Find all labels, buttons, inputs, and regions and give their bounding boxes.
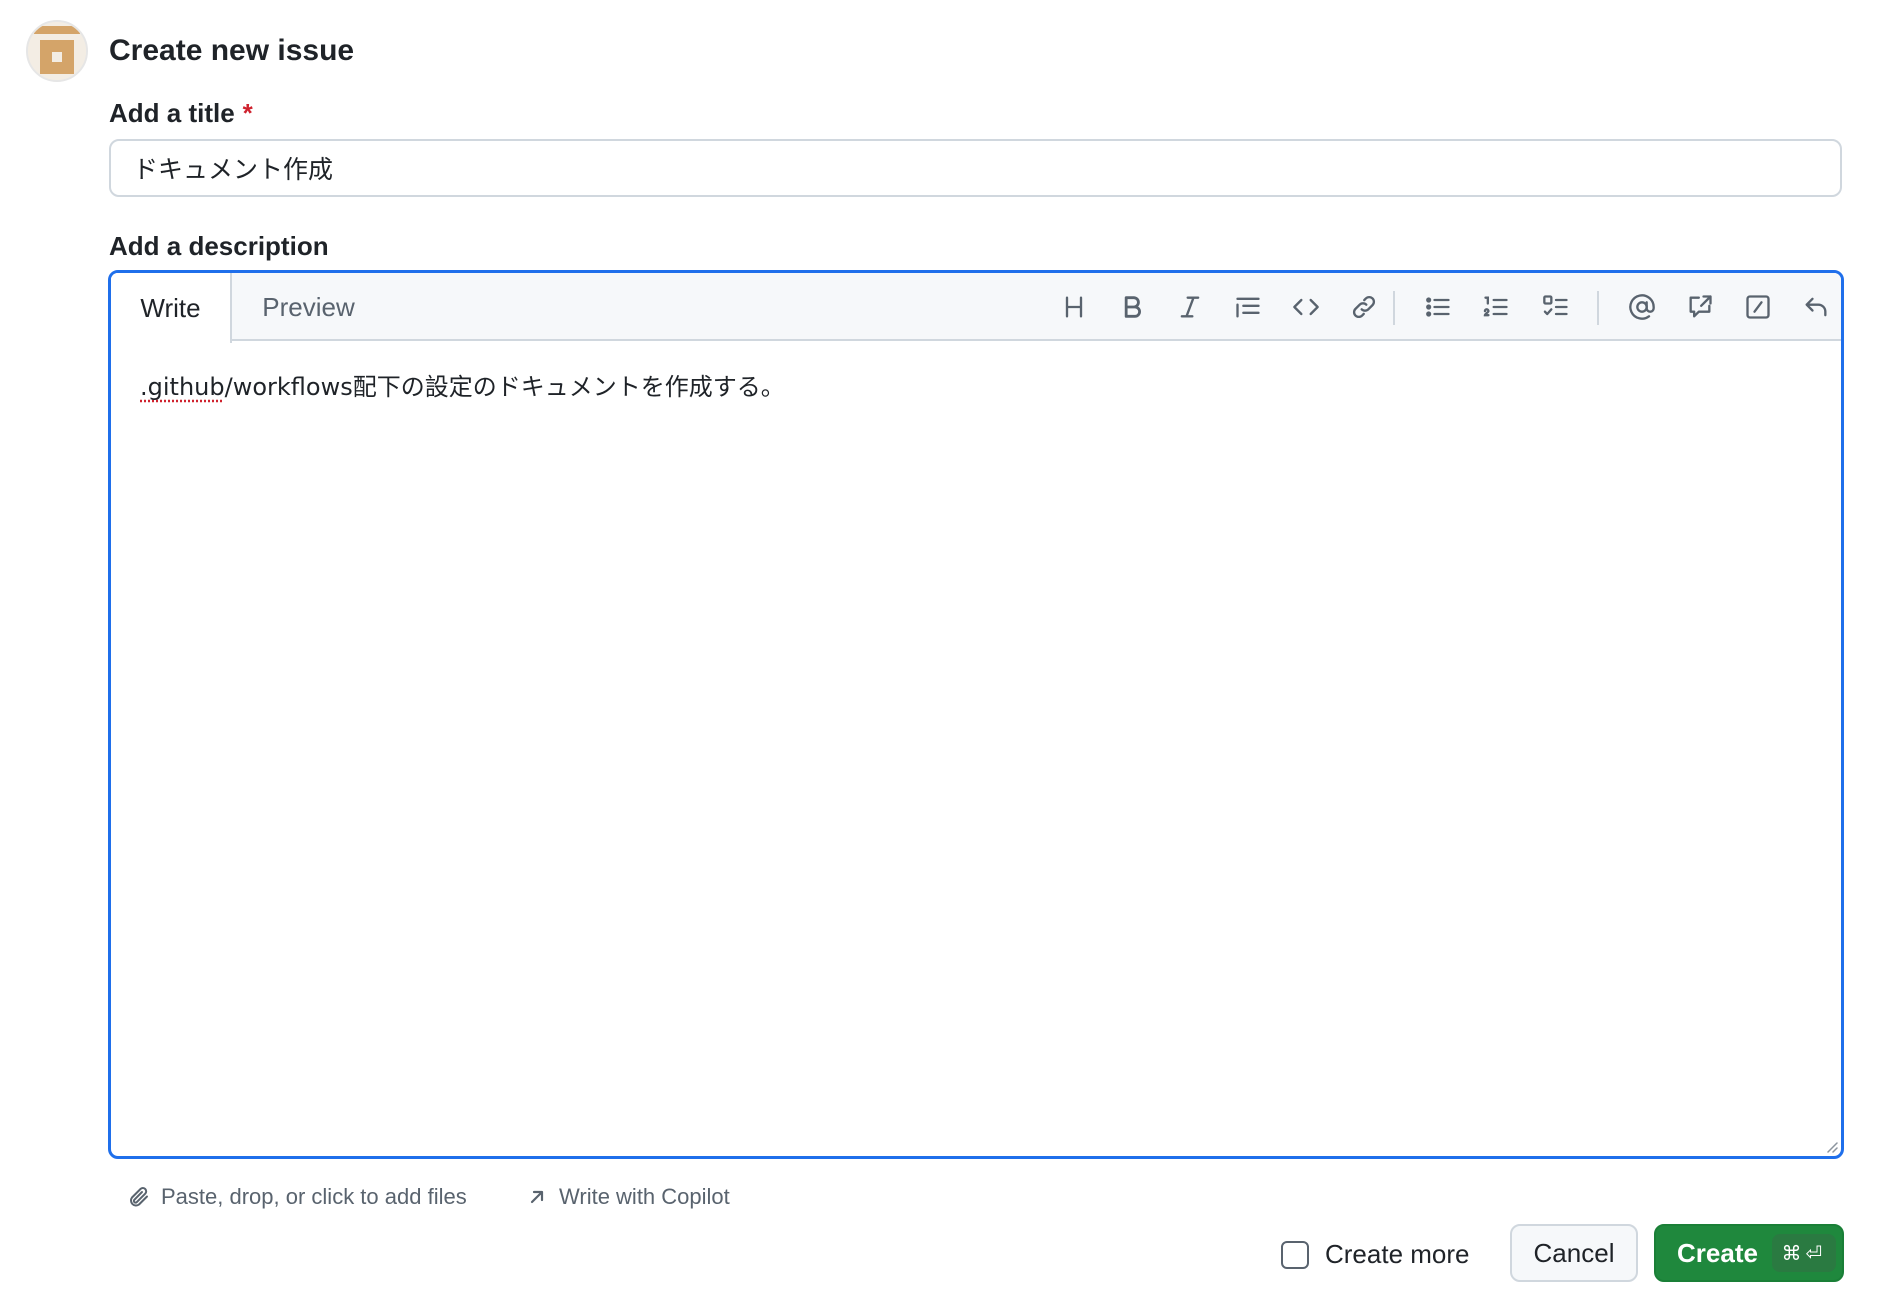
- quote-icon: [1236, 297, 1260, 318]
- slash-commands-icon: [1746, 295, 1770, 319]
- description-text: /workflows配下の設定のドキュメントを作成する。: [224, 373, 785, 401]
- description-textarea[interactable]: .github/workflows配下の設定のドキュメントを作成する。: [140, 372, 1800, 1132]
- keyboard-shortcut-badge: ⌘⏎: [1771, 1234, 1836, 1272]
- bold-icon: [1124, 296, 1141, 318]
- code-button[interactable]: [1286, 287, 1326, 327]
- unordered-list-button[interactable]: [1418, 287, 1458, 327]
- arrow-up-right-icon: [530, 1190, 544, 1204]
- create-button[interactable]: Create ⌘⏎: [1654, 1224, 1844, 1282]
- resize-handle-icon[interactable]: [1824, 1139, 1838, 1153]
- task-list-icon: [1543, 295, 1568, 316]
- bold-button[interactable]: [1112, 287, 1152, 327]
- tab-preview[interactable]: Preview: [232, 273, 385, 341]
- quote-button[interactable]: [1228, 287, 1268, 327]
- editor-toolbar: Write Preview: [111, 273, 1841, 343]
- paperclip-icon: [130, 1187, 148, 1207]
- toolbar-divider: [1597, 291, 1599, 325]
- write-with-copilot-label: Write with Copilot: [559, 1184, 730, 1209]
- create-more-label: Create more: [1325, 1239, 1470, 1269]
- description-editor: Write Preview .github/workflows配下の設定のドキュ…: [108, 270, 1844, 1159]
- attach-files-label: Paste, drop, or click to add files: [161, 1184, 467, 1209]
- ordered-list-icon: [1483, 296, 1508, 317]
- create-more-toggle[interactable]: Create more: [1281, 1239, 1470, 1270]
- tab-write[interactable]: Write: [111, 273, 232, 343]
- create-issue-page: Create new issue Add a title* Add a desc…: [0, 0, 1878, 1310]
- link-button[interactable]: [1344, 287, 1384, 327]
- undo-button[interactable]: [1796, 287, 1836, 327]
- title-label-text: Add a title: [109, 98, 235, 128]
- toolbar-divider: [1393, 291, 1395, 325]
- write-with-copilot-button[interactable]: Write with Copilot: [525, 1184, 730, 1210]
- reference-button[interactable]: [1680, 287, 1720, 327]
- heading-icon: [1065, 296, 1083, 318]
- reference-icon: [1689, 295, 1712, 318]
- attach-files-button[interactable]: Paste, drop, or click to add files: [127, 1184, 467, 1210]
- task-list-button[interactable]: [1536, 287, 1576, 327]
- cancel-button[interactable]: Cancel: [1510, 1224, 1638, 1282]
- repo-avatar-icon: [28, 22, 86, 80]
- required-mark: *: [242, 98, 253, 128]
- mention-icon: [1629, 294, 1655, 320]
- create-more-checkbox[interactable]: [1281, 1240, 1309, 1269]
- slash-commands-button[interactable]: [1738, 287, 1778, 327]
- title-label: Add a title *: [109, 98, 253, 129]
- spellcheck-word: .github: [140, 373, 225, 401]
- code-icon: [1293, 298, 1319, 316]
- heading-button[interactable]: [1054, 287, 1094, 327]
- avatar: [26, 20, 88, 82]
- link-icon: [1352, 295, 1376, 319]
- italic-icon: [1180, 296, 1200, 318]
- page-title: Create new issue: [109, 34, 355, 67]
- italic-button[interactable]: [1170, 287, 1210, 327]
- unordered-list-icon: [1426, 297, 1450, 317]
- description-label: Add a description: [109, 231, 329, 261]
- mention-button[interactable]: [1622, 287, 1662, 327]
- title-input[interactable]: [109, 139, 1842, 197]
- undo-icon: [1805, 297, 1827, 317]
- ordered-list-button[interactable]: [1476, 287, 1516, 327]
- create-button-label: Create: [1677, 1237, 1758, 1268]
